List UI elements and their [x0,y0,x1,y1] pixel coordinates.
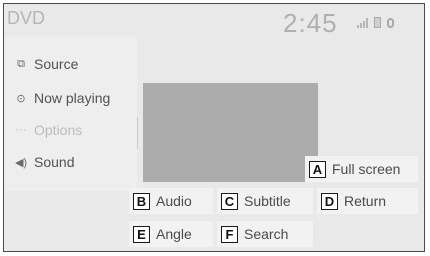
return-label: Return [344,193,387,209]
audio-label: Audio [156,193,192,209]
battery-icon [374,17,381,28]
signal-icon [357,18,368,28]
video-area[interactable] [143,83,318,182]
clock: 2:45 [283,8,338,38]
more-icon: ··· [15,124,27,136]
search-button[interactable]: F Search [217,221,313,247]
callout-letter-b: B [133,192,150,210]
callout-letter-c: C [221,192,238,210]
full-screen-button[interactable]: A Full screen [305,156,418,182]
callout-letter-a: A [309,160,326,178]
sidebar-item-source[interactable]: ⧉ Source [14,56,78,72]
subtitle-label: Subtitle [244,193,291,209]
sidebar-item-sound[interactable]: ◀) Sound [14,154,75,170]
sidebar-item-now-playing[interactable]: ⊙ Now playing [14,90,110,106]
audio-button[interactable]: B Audio [129,188,213,214]
source-icon: ⧉ [17,57,25,70]
play-circle-icon: ⊙ [16,92,26,105]
return-button[interactable]: D Return [317,188,418,214]
sidebar-divider [137,117,138,149]
sidebar-item-options: ··· Options [14,122,83,138]
sidebar-item-label: Options [34,122,83,138]
subtitle-button[interactable]: C Subtitle [217,188,313,214]
sidebar-item-label: Sound [34,154,75,170]
search-label: Search [244,226,289,242]
callout-letter-e: E [133,225,150,243]
speaker-icon: ◀) [14,156,28,169]
status-icons [357,17,394,28]
sidebar-item-label: Source [34,56,79,72]
sidebar-item-label: Now playing [34,90,111,106]
bluetooth-icon [387,18,394,28]
callout-letter-d: D [321,192,338,210]
screen-title: DVD [7,8,46,28]
callout-letter-f: F [221,225,238,243]
angle-label: Angle [156,226,192,242]
angle-button[interactable]: E Angle [129,221,213,247]
dvd-screen: DVD 2:45 ⧉ Source ⊙ Now playing ··· Opti… [3,3,425,252]
full-screen-label: Full screen [332,161,401,177]
